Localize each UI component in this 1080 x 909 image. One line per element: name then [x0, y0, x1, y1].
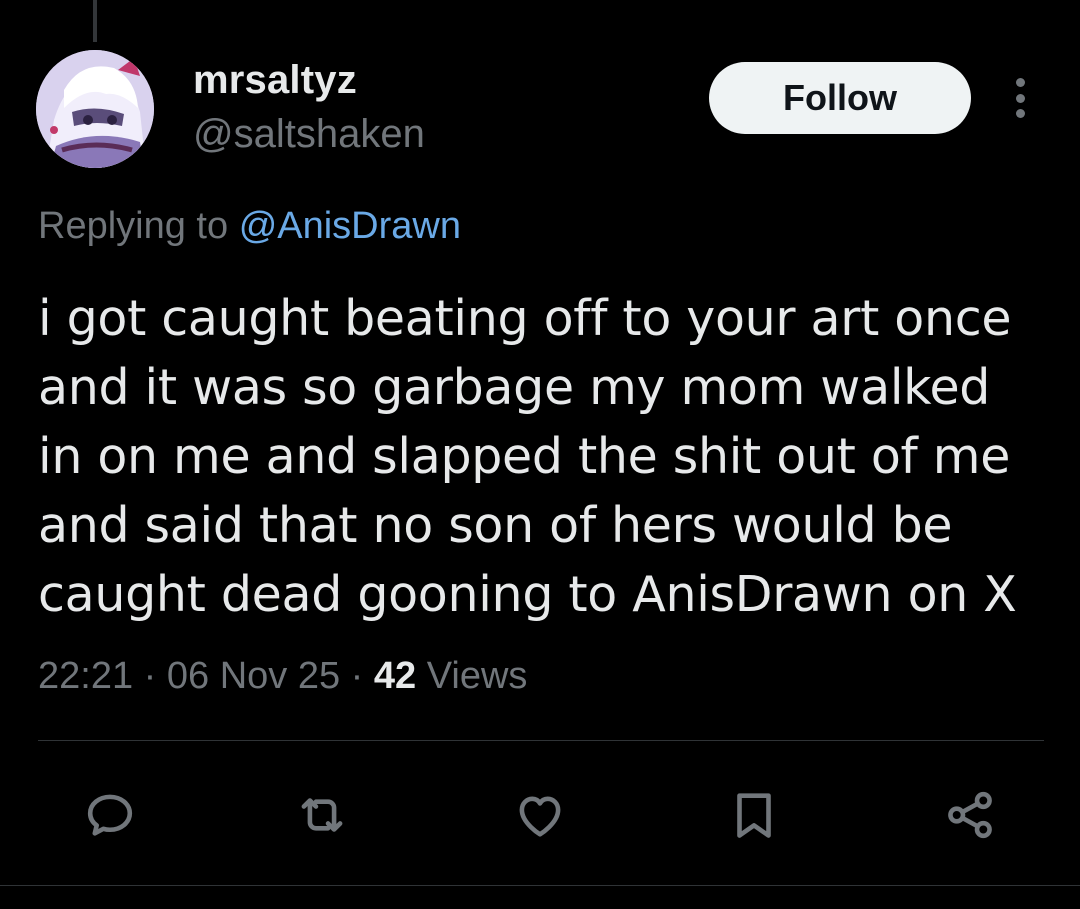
- post-text-line: i got caught beating off to your art onc…: [38, 290, 1012, 347]
- share-icon: [948, 791, 992, 839]
- reply-button[interactable]: [80, 785, 140, 845]
- thread-connector-line: [93, 0, 97, 42]
- views-label: Views: [426, 655, 528, 697]
- avatar[interactable]: [36, 50, 154, 168]
- more-options-icon[interactable]: [1003, 78, 1037, 118]
- like-button[interactable]: [510, 785, 570, 845]
- meta-separator: ·: [350, 655, 364, 697]
- more-dot: [1015, 109, 1025, 118]
- post-time[interactable]: 22:21: [38, 655, 133, 697]
- post-date[interactable]: 06 Nov 25: [167, 655, 340, 697]
- post-text-line: and it was so garbage my mom walked: [38, 359, 991, 416]
- repost-icon: [301, 798, 343, 832]
- replying-to-line: Replying to @AnisDrawn: [38, 205, 461, 248]
- post-text-line: caught dead gooning to AnisDrawn on X: [38, 566, 1017, 623]
- avatar-image: [36, 50, 154, 168]
- more-dot: [1015, 93, 1025, 103]
- divider: [38, 740, 1044, 741]
- replying-to-label: Replying to: [38, 205, 229, 247]
- repost-button[interactable]: [292, 785, 352, 845]
- post-text: i got caught beating off to your art onc…: [38, 284, 1048, 629]
- post-text-line: and said that no son of hers would be: [38, 497, 953, 554]
- like-icon: [519, 796, 561, 837]
- views-count: 42: [373, 655, 417, 697]
- meta-separator: ·: [143, 655, 157, 697]
- more-dot: [1015, 78, 1025, 87]
- replying-to-mention[interactable]: @AnisDrawn: [239, 205, 461, 247]
- post-text-line: in on me and slapped the shit out of me: [38, 428, 1011, 485]
- follow-button[interactable]: Follow: [709, 62, 971, 134]
- share-button[interactable]: [940, 785, 1000, 845]
- bottom-divider: [0, 885, 1080, 886]
- bookmark-button[interactable]: [724, 785, 784, 845]
- display-name[interactable]: mrsaltyz: [193, 58, 357, 103]
- reply-icon: [87, 794, 133, 836]
- bookmark-icon: [737, 793, 771, 838]
- post-metadata: 22:21 · 06 Nov 25 · 42 Views: [38, 655, 527, 698]
- user-handle[interactable]: @saltshaken: [193, 112, 425, 157]
